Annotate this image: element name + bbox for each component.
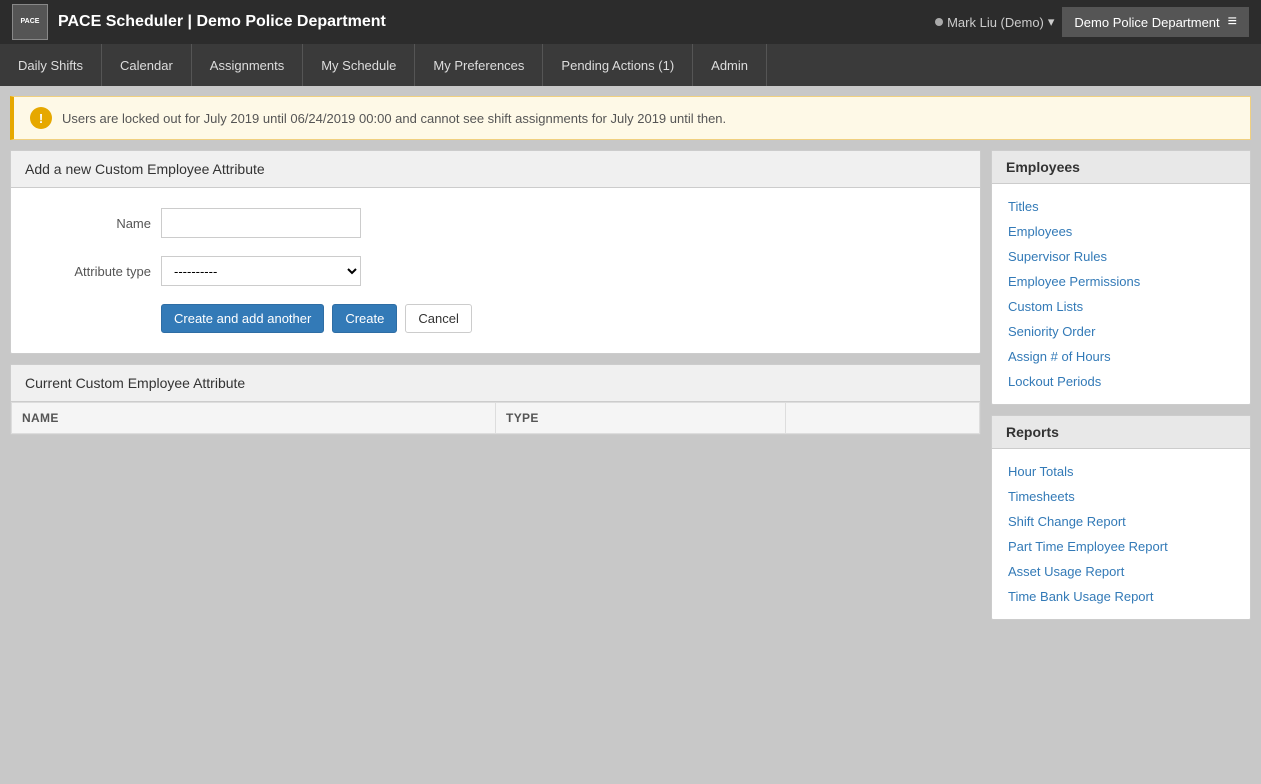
app-title: PACE Scheduler | Demo Police Department [58,13,386,31]
table-header-row: NAME TYPE [12,403,980,434]
nav-calendar[interactable]: Calendar [102,44,192,86]
form-actions: Create and add another Create Cancel [31,304,960,333]
alert-icon: ! [30,107,52,129]
add-attribute-card-title: Add a new Custom Employee Attribute [11,151,980,188]
nav-daily-shifts[interactable]: Daily Shifts [0,44,102,86]
reports-section-title: Reports [992,416,1250,449]
sidebar: Employees TitlesEmployeesSupervisor Rule… [991,150,1251,774]
user-dropdown-icon[interactable]: ▾ [1048,14,1055,30]
col-name: NAME [12,403,496,434]
attribute-table: NAME TYPE [11,402,980,434]
current-attribute-card: Current Custom Employee Attribute NAME T… [10,364,981,435]
sidebar-link-employees[interactable]: Employee Permissions [992,269,1250,294]
employees-section-title: Employees [992,151,1250,184]
nav-admin[interactable]: Admin [693,44,767,86]
sidebar-link-employees[interactable]: Assign # of Hours [992,344,1250,369]
reports-sidebar-card: Reports Hour TotalsTimesheetsShift Chang… [991,415,1251,620]
col-actions [786,403,980,434]
main-nav: Daily Shifts Calendar Assignments My Sch… [0,44,1261,86]
sidebar-link-reports[interactable]: Hour Totals [992,459,1250,484]
nav-my-schedule[interactable]: My Schedule [303,44,415,86]
reports-links: Hour TotalsTimesheetsShift Change Report… [992,449,1250,619]
attribute-type-row: Attribute type ---------- Text Number Da… [31,256,960,286]
nav-assignments[interactable]: Assignments [192,44,303,86]
cancel-button[interactable]: Cancel [405,304,471,333]
current-attribute-title: Current Custom Employee Attribute [11,365,980,402]
sidebar-link-employees[interactable]: Titles [992,194,1250,219]
name-label: Name [31,216,151,231]
sidebar-link-employees[interactable]: Supervisor Rules [992,244,1250,269]
sidebar-link-employees[interactable]: Lockout Periods [992,369,1250,394]
employees-links: TitlesEmployeesSupervisor RulesEmployee … [992,184,1250,404]
user-status-dot [935,18,943,26]
sidebar-link-reports[interactable]: Shift Change Report [992,509,1250,534]
alert-banner: ! Users are locked out for July 2019 unt… [10,96,1251,140]
pace-logo: PACE [12,4,48,40]
add-attribute-card: Add a new Custom Employee Attribute Name… [10,150,981,354]
hamburger-icon: ≡ [1228,13,1237,31]
nav-pending-actions[interactable]: Pending Actions (1) [543,44,693,86]
sidebar-link-reports[interactable]: Time Bank Usage Report [992,584,1250,609]
employees-sidebar-card: Employees TitlesEmployeesSupervisor Rule… [991,150,1251,405]
sidebar-link-employees[interactable]: Seniority Order [992,319,1250,344]
sidebar-link-reports[interactable]: Asset Usage Report [992,559,1250,584]
user-info[interactable]: Mark Liu (Demo) ▾ [935,14,1054,30]
create-and-add-button[interactable]: Create and add another [161,304,324,333]
nav-my-preferences[interactable]: My Preferences [415,44,543,86]
department-button[interactable]: Demo Police Department ≡ [1062,7,1249,37]
col-type: TYPE [496,403,786,434]
attribute-type-label: Attribute type [31,264,151,279]
department-name: Demo Police Department [1074,15,1219,30]
attribute-type-select[interactable]: ---------- Text Number Date Boolean [161,256,361,286]
sidebar-link-employees[interactable]: Custom Lists [992,294,1250,319]
alert-message: Users are locked out for July 2019 until… [62,111,726,126]
sidebar-link-employees[interactable]: Employees [992,219,1250,244]
name-input[interactable] [161,208,361,238]
name-field-row: Name [31,208,960,238]
sidebar-link-reports[interactable]: Part Time Employee Report [992,534,1250,559]
create-button[interactable]: Create [332,304,397,333]
sidebar-link-reports[interactable]: Timesheets [992,484,1250,509]
user-name: Mark Liu (Demo) [947,15,1044,30]
